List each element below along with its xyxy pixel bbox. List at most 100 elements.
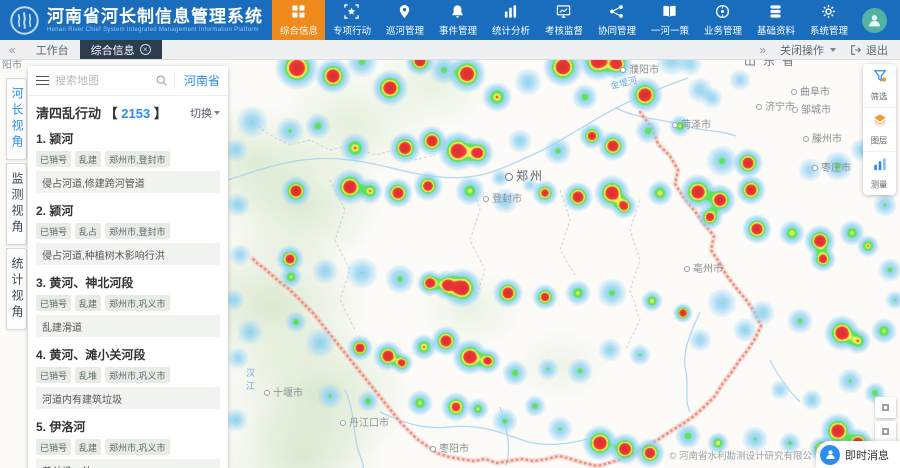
scan-star-icon: [344, 4, 359, 19]
tab-label: 综合信息: [91, 42, 135, 58]
bell-icon: [450, 4, 465, 19]
issue-tag: 已销号: [36, 151, 71, 167]
map-tool-图层[interactable]: 图层: [863, 108, 896, 152]
map-tools: 筛选 图层 测量: [863, 64, 896, 195]
issue-title: 3. 黄河、神北河段: [36, 274, 220, 291]
map-tool-筛选[interactable]: 筛选: [863, 64, 896, 108]
issue-item[interactable]: 4. 黄河、滩小关河段 已销号乱堆郑州市,巩义市 河道内有建筑垃圾: [28, 342, 228, 414]
app-header: 河南省河长制信息管理系统 Henan River Chief System In…: [0, 0, 900, 40]
exit-button[interactable]: 退出: [850, 42, 888, 58]
nav-item[interactable]: 系统管理: [802, 0, 855, 40]
workspace-tab[interactable]: 综合信息 ×: [80, 40, 162, 59]
copyright-text: © 河南省水利勘测设计研究有限公: [669, 448, 812, 462]
tabs-scroll-left-icon[interactable]: «: [0, 40, 25, 59]
tabbar-right: » 关闭操作 退出: [759, 40, 900, 59]
nav-item-label: 一河一策: [651, 22, 689, 36]
nav-item[interactable]: 统计分析: [484, 0, 537, 40]
nav-item[interactable]: 考核监督: [537, 0, 590, 40]
nav-item[interactable]: 业务管理: [696, 0, 749, 40]
issue-desc: 乱建滑道: [36, 315, 220, 337]
chat-label: 即时消息: [845, 447, 889, 463]
issue-tag: 乱占: [75, 223, 101, 239]
nav-item[interactable]: 协同管理: [590, 0, 643, 40]
tabs-scroll-right-icon[interactable]: »: [759, 43, 766, 57]
nav-item[interactable]: 事件管理: [431, 0, 484, 40]
nav-item-label: 考核监督: [545, 22, 583, 36]
issue-item[interactable]: 5. 伊洛河 已销号乱建郑州市,巩义市 养羊场一处: [28, 414, 228, 468]
view-tab[interactable]: 统计视角: [6, 248, 27, 330]
issue-tag: 郑州市,巩义市: [105, 439, 170, 455]
issue-tag: 乱建: [75, 295, 101, 311]
share-nodes-icon: [609, 4, 624, 19]
map-control-button[interactable]: [875, 397, 896, 418]
switch-dropdown[interactable]: 切换: [190, 105, 220, 121]
issue-title: 2. 颍河: [36, 202, 220, 219]
instant-message-widget[interactable]: 即时消息: [816, 441, 900, 468]
issue-desc: 侵占河道,修建跨河管道: [36, 171, 220, 193]
disc-icon: [715, 4, 730, 19]
search-input[interactable]: [55, 75, 149, 87]
bar-chart-icon: [503, 4, 518, 19]
map-search-row: 河南省: [28, 66, 228, 96]
workspace-tab[interactable]: 工作台: [25, 40, 80, 59]
close-icon[interactable]: ×: [140, 44, 151, 55]
issue-tag: 郑州市,登封市: [105, 151, 170, 167]
gear-icon: [821, 4, 836, 19]
nav-item[interactable]: 一河一策: [643, 0, 696, 40]
issue-item[interactable]: 2. 颍河 已销号乱占郑州市,登封市 侵占河道,种植树木影响行洪: [28, 198, 228, 270]
book-icon: [662, 4, 677, 19]
issue-desc: 养羊场一处: [36, 459, 220, 468]
issue-title: 4. 黄河、滩小关河段: [36, 346, 220, 363]
issue-tag: 已销号: [36, 367, 71, 383]
chat-avatar-icon: [820, 445, 840, 465]
grid-icon: [291, 4, 306, 19]
measure-icon: [873, 157, 887, 176]
filter-icon: [873, 69, 887, 88]
view-tab[interactable]: 监测视角: [6, 163, 27, 245]
nav-item[interactable]: 专项行动: [325, 0, 378, 40]
nav-item[interactable]: 巡河管理: [378, 0, 431, 40]
app-subtitle: Henan River Chief System Integrated Mana…: [47, 27, 263, 33]
region-link[interactable]: 河南省: [174, 72, 220, 89]
square-icon: [882, 428, 889, 435]
tab-label: 工作台: [36, 42, 69, 58]
nav-item-label: 协同管理: [598, 22, 636, 36]
exit-icon: [850, 44, 862, 56]
app-logo-icon: [9, 5, 40, 36]
app-title: 河南省河长制信息管理系统: [47, 7, 263, 26]
view-tabs: 河长视角监测视角统计视角: [6, 78, 27, 333]
issue-title: 1. 颍河: [36, 130, 220, 147]
issue-title: 5. 伊洛河: [36, 418, 220, 435]
issue-desc: 河道内有建筑垃圾: [36, 387, 220, 409]
open-tabs: 工作台 综合信息 ×: [25, 40, 162, 59]
issue-tag: 已销号: [36, 295, 71, 311]
panel-header: 清四乱行动 【 2153 】 切换: [28, 96, 228, 126]
map-tool-label: 筛选: [871, 91, 888, 103]
view-tab[interactable]: 河长视角: [6, 78, 27, 160]
nav-item[interactable]: 基础资料: [749, 0, 802, 40]
menu-icon[interactable]: [36, 76, 49, 86]
map-tool-测量[interactable]: 测量: [863, 152, 896, 195]
nav-item-label: 事件管理: [439, 22, 477, 36]
map-corner-controls: [875, 397, 896, 442]
user-avatar[interactable]: [862, 8, 887, 33]
search-icon[interactable]: [155, 74, 168, 87]
app-logo: 河南省河长制信息管理系统 Henan River Chief System In…: [0, 0, 272, 40]
map-tool-label: 图层: [871, 135, 888, 147]
nav-item-label: 巡河管理: [386, 22, 424, 36]
nav-item-label: 统计分析: [492, 22, 530, 36]
issue-tag: 乱建: [75, 439, 101, 455]
square-icon: [882, 404, 889, 411]
nav-item[interactable]: 综合信息: [272, 0, 325, 40]
monitor-board-icon: [556, 4, 571, 19]
map-control-button[interactable]: [875, 421, 896, 442]
close-operations-dropdown[interactable]: 关闭操作: [780, 42, 836, 58]
issue-desc: 侵占河道,种植树木影响行洪: [36, 243, 220, 265]
issue-item[interactable]: 3. 黄河、神北河段 已销号乱建郑州市,巩义市 乱建滑道: [28, 270, 228, 342]
issue-item[interactable]: 1. 颍河 已销号乱建郑州市,登封市 侵占河道,修建跨河管道: [28, 126, 228, 198]
database-icon: [768, 4, 783, 19]
chevron-down-icon: [830, 48, 836, 52]
issue-count: 2153: [121, 106, 150, 121]
issue-list: 1. 颍河 已销号乱建郑州市,登封市 侵占河道,修建跨河管道 2. 颍河 已销号…: [28, 126, 228, 468]
issue-tag: 已销号: [36, 439, 71, 455]
